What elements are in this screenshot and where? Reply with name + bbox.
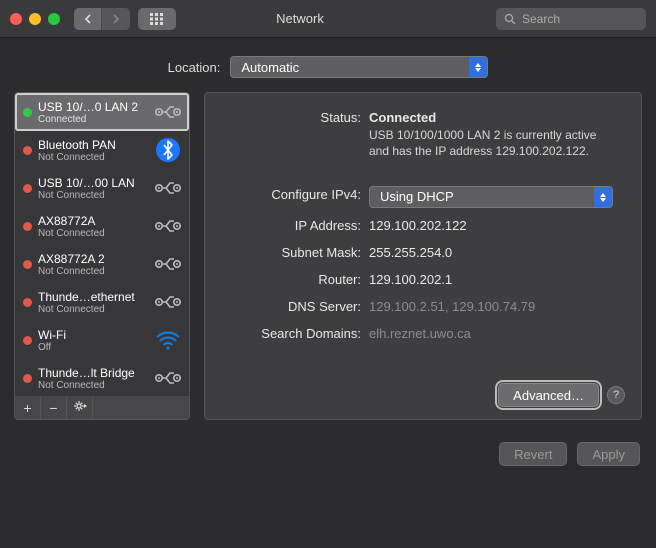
help-button[interactable]: ?	[607, 386, 625, 404]
searchdomain-value: elh.reznet.uwo.ca	[369, 325, 625, 343]
status-dot-icon	[23, 108, 32, 117]
chevron-updown-icon	[469, 57, 487, 77]
ethernet-icon	[155, 365, 181, 391]
interface-sidebar: USB 10/…0 LAN 2ConnectedBluetooth PANNot…	[14, 92, 190, 398]
ethernet-icon	[155, 213, 181, 239]
close-icon[interactable]	[10, 13, 22, 25]
sidebar-item[interactable]: Bluetooth PANNot Connected	[15, 131, 189, 169]
titlebar: Network Search	[0, 0, 656, 38]
sidebar-wrap: USB 10/…0 LAN 2ConnectedBluetooth PANNot…	[14, 92, 190, 420]
ethernet-icon	[155, 289, 181, 315]
gear-icon	[73, 399, 87, 416]
sidebar-item[interactable]: Thunde…lt BridgeNot Connected	[15, 359, 189, 397]
interface-name: AX88772A 2	[38, 252, 149, 266]
location-select[interactable]: Automatic	[230, 56, 488, 78]
ip-value: 129.100.202.122	[369, 217, 625, 235]
status-value: Connected	[369, 109, 625, 127]
status-dot-icon	[23, 184, 32, 193]
footer: Revert Apply	[0, 432, 656, 466]
status-dot-icon	[23, 260, 32, 269]
ethernet-icon	[155, 99, 181, 125]
action-menu-button[interactable]	[67, 396, 93, 419]
revert-button[interactable]: Revert	[499, 442, 567, 466]
interface-status: Not Connected	[38, 152, 149, 163]
status-dot-icon	[23, 222, 32, 231]
interface-status: Not Connected	[38, 304, 149, 315]
bluetooth-icon	[155, 137, 181, 163]
chevron-updown-icon	[594, 187, 612, 207]
window-controls	[10, 13, 60, 25]
interface-name: AX88772A	[38, 214, 149, 228]
dns-value: 129.100.2.51, 129.100.74.79	[369, 298, 625, 316]
status-dot-icon	[23, 336, 32, 345]
subnet-label: Subnet Mask:	[217, 244, 369, 262]
interface-name: Thunde…lt Bridge	[38, 366, 149, 380]
status-dot-icon	[23, 146, 32, 155]
zoom-icon[interactable]	[48, 13, 60, 25]
interface-status: Not Connected	[38, 266, 149, 277]
minimize-icon[interactable]	[29, 13, 41, 25]
search-input[interactable]: Search	[496, 8, 646, 30]
configure-label: Configure IPv4:	[217, 186, 369, 208]
apply-button[interactable]: Apply	[577, 442, 640, 466]
router-value: 129.100.202.1	[369, 271, 625, 289]
window-title: Network	[104, 11, 496, 26]
status-dot-icon	[23, 374, 32, 383]
interface-status: Connected	[38, 114, 149, 125]
advanced-button[interactable]: Advanced…	[498, 383, 599, 407]
configure-ipv4-select[interactable]: Using DHCP	[369, 186, 613, 208]
interface-name: Wi-Fi	[38, 328, 149, 342]
back-button[interactable]	[74, 8, 102, 30]
location-row: Location: Automatic	[0, 38, 656, 92]
status-description: USB 10/100/1000 LAN 2 is currently activ…	[369, 127, 619, 159]
sidebar-item[interactable]: Thunde…ethernetNot Connected	[15, 283, 189, 321]
searchdomain-label: Search Domains:	[217, 325, 369, 343]
interface-status: Not Connected	[38, 228, 149, 239]
interface-name: USB 10/…00 LAN	[38, 176, 149, 190]
dns-label: DNS Server:	[217, 298, 369, 316]
ethernet-icon	[155, 175, 181, 201]
location-value: Automatic	[241, 60, 299, 75]
router-label: Router:	[217, 271, 369, 289]
sidebar-item[interactable]: AX88772ANot Connected	[15, 207, 189, 245]
search-icon	[504, 13, 516, 25]
sidebar-item[interactable]: USB 10/…00 LANNot Connected	[15, 169, 189, 207]
status-dot-icon	[23, 298, 32, 307]
location-label: Location:	[168, 60, 221, 75]
sidebar-item[interactable]: USB 10/…0 LAN 2Connected	[15, 93, 189, 131]
interface-name: Bluetooth PAN	[38, 138, 149, 152]
sidebar-item[interactable]: Wi-FiOff	[15, 321, 189, 359]
interface-name: Thunde…ethernet	[38, 290, 149, 304]
add-interface-button[interactable]: +	[15, 396, 41, 419]
ip-label: IP Address:	[217, 217, 369, 235]
wifi-icon	[155, 327, 181, 353]
search-placeholder: Search	[522, 12, 560, 26]
sidebar-item[interactable]: AX88772A 2Not Connected	[15, 245, 189, 283]
status-label: Status:	[217, 109, 369, 159]
ethernet-icon	[155, 251, 181, 277]
interface-status: Not Connected	[38, 380, 149, 391]
interface-status: Off	[38, 342, 149, 353]
interface-status: Not Connected	[38, 190, 149, 201]
detail-panel: Status: Connected USB 10/100/1000 LAN 2 …	[204, 92, 642, 420]
configure-value: Using DHCP	[380, 188, 454, 206]
interface-name: USB 10/…0 LAN 2	[38, 100, 149, 114]
sidebar-actions: + −	[14, 396, 190, 420]
subnet-value: 255.255.254.0	[369, 244, 625, 262]
remove-interface-button[interactable]: −	[41, 396, 67, 419]
